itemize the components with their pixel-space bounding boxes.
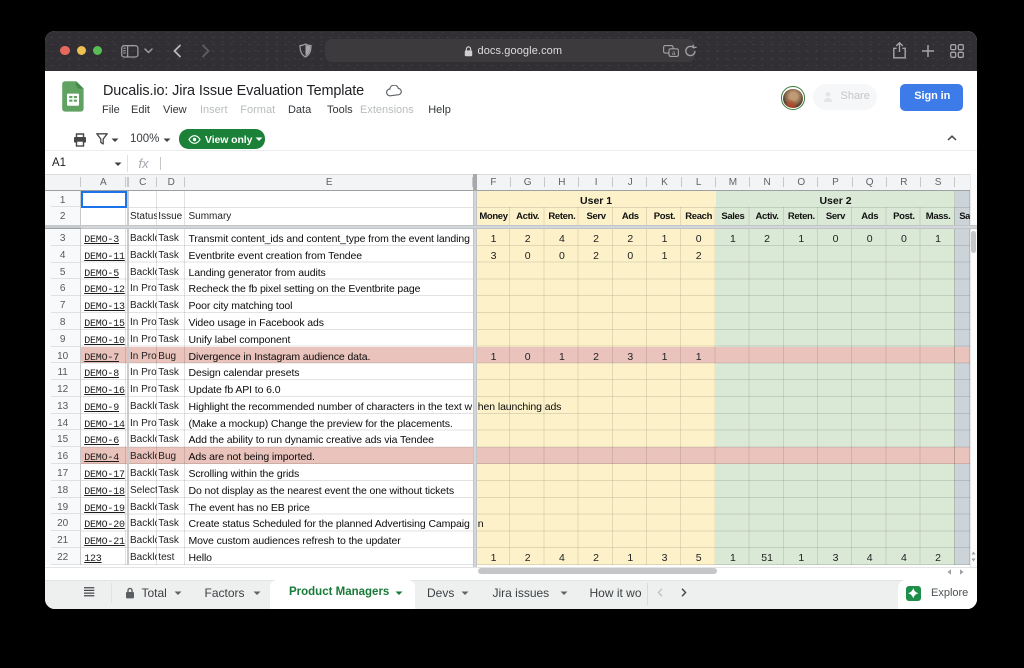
svg-text:a: a [672,50,676,57]
